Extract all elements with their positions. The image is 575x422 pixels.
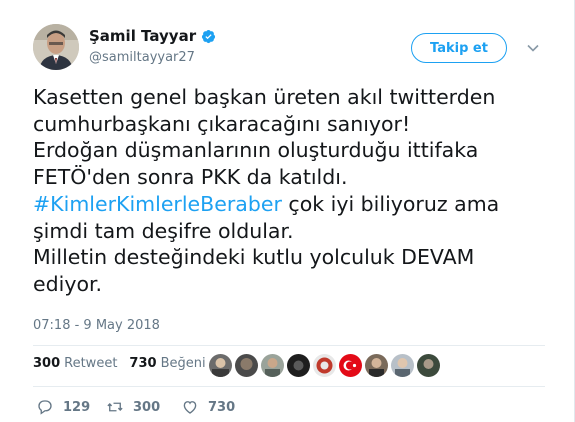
liker-avatar[interactable] xyxy=(417,354,440,377)
like-count: 730 xyxy=(208,399,236,415)
heart-icon xyxy=(183,401,197,414)
author-avatar[interactable] xyxy=(33,24,79,70)
hashtag-tail-text: çok iyi biliyoruz ama xyxy=(281,191,500,216)
author-handle[interactable]: @samiltayyar27 xyxy=(89,50,195,65)
liker-avatar[interactable] xyxy=(235,354,258,377)
tweet-card: Şamil Tayyar @samiltayyar27 Takip et Kas… xyxy=(0,0,575,422)
tweet-text: Kasetten genel başkan üreten akıl twitte… xyxy=(33,84,553,298)
reply-button[interactable]: 129 xyxy=(36,398,106,416)
liker-avatar[interactable] xyxy=(313,354,336,377)
liker-avatar[interactable] xyxy=(365,354,388,377)
liker-avatars xyxy=(209,354,440,377)
reply-icon xyxy=(38,400,52,415)
retweet-button[interactable]: 300 xyxy=(106,398,181,416)
like-stat-count[interactable]: 730 xyxy=(129,356,156,371)
tweet-line: Milletin desteğindeki kutlu yolculuk DEV… xyxy=(33,245,475,270)
like-stat-label[interactable]: Beğeni xyxy=(161,356,206,371)
liker-avatar[interactable] xyxy=(391,354,414,377)
like-button[interactable]: 730 xyxy=(181,398,235,416)
tweet-line: ediyor. xyxy=(33,271,103,296)
tweet-line: Kasetten genel başkan üreten akıl twitte… xyxy=(33,85,496,109)
follow-button[interactable]: Takip et xyxy=(411,33,507,63)
hashtag-link[interactable]: #KimlerKimlerleBeraber xyxy=(33,192,282,216)
tweet-line-hashtag: #KimlerKimlerleBeraber çok iyi biliyoruz… xyxy=(33,191,553,218)
tweet-line: Erdoğan düşmanlarının oluşturduğu ittifa… xyxy=(33,138,479,163)
chevron-down-icon[interactable] xyxy=(526,40,540,54)
liker-avatar[interactable] xyxy=(209,354,232,377)
retweet-stat-label[interactable]: Retweet xyxy=(64,356,117,371)
divider xyxy=(33,345,545,346)
retweet-icon xyxy=(107,402,123,412)
tweet-line: şimdi tam deşifre oldular. xyxy=(33,218,294,243)
tweet-timestamp[interactable]: 07:18 - 9 May 2018 xyxy=(33,318,160,333)
reply-count: 129 xyxy=(63,399,91,415)
retweet-stat-count[interactable]: 300 xyxy=(33,356,60,371)
liker-avatar[interactable] xyxy=(287,354,310,377)
tweet-actions: 129 300 730 xyxy=(36,398,235,416)
verified-icon xyxy=(201,29,216,44)
liker-avatar[interactable] xyxy=(339,354,362,377)
divider xyxy=(33,386,545,387)
tweet-stats: 300 Retweet 730 Beğeni xyxy=(33,356,218,371)
author-display-name[interactable]: Şamil Tayyar xyxy=(89,27,196,45)
liker-avatar[interactable] xyxy=(261,354,284,377)
retweet-count: 300 xyxy=(133,399,161,415)
tweet-line: FETÖ'den sonra PKK da katıldı. xyxy=(33,165,348,190)
author-name-row[interactable]: Şamil Tayyar xyxy=(89,27,216,45)
tweet-line: cumhurbaşkanı çıkaracağını sanıyor! xyxy=(33,111,411,136)
